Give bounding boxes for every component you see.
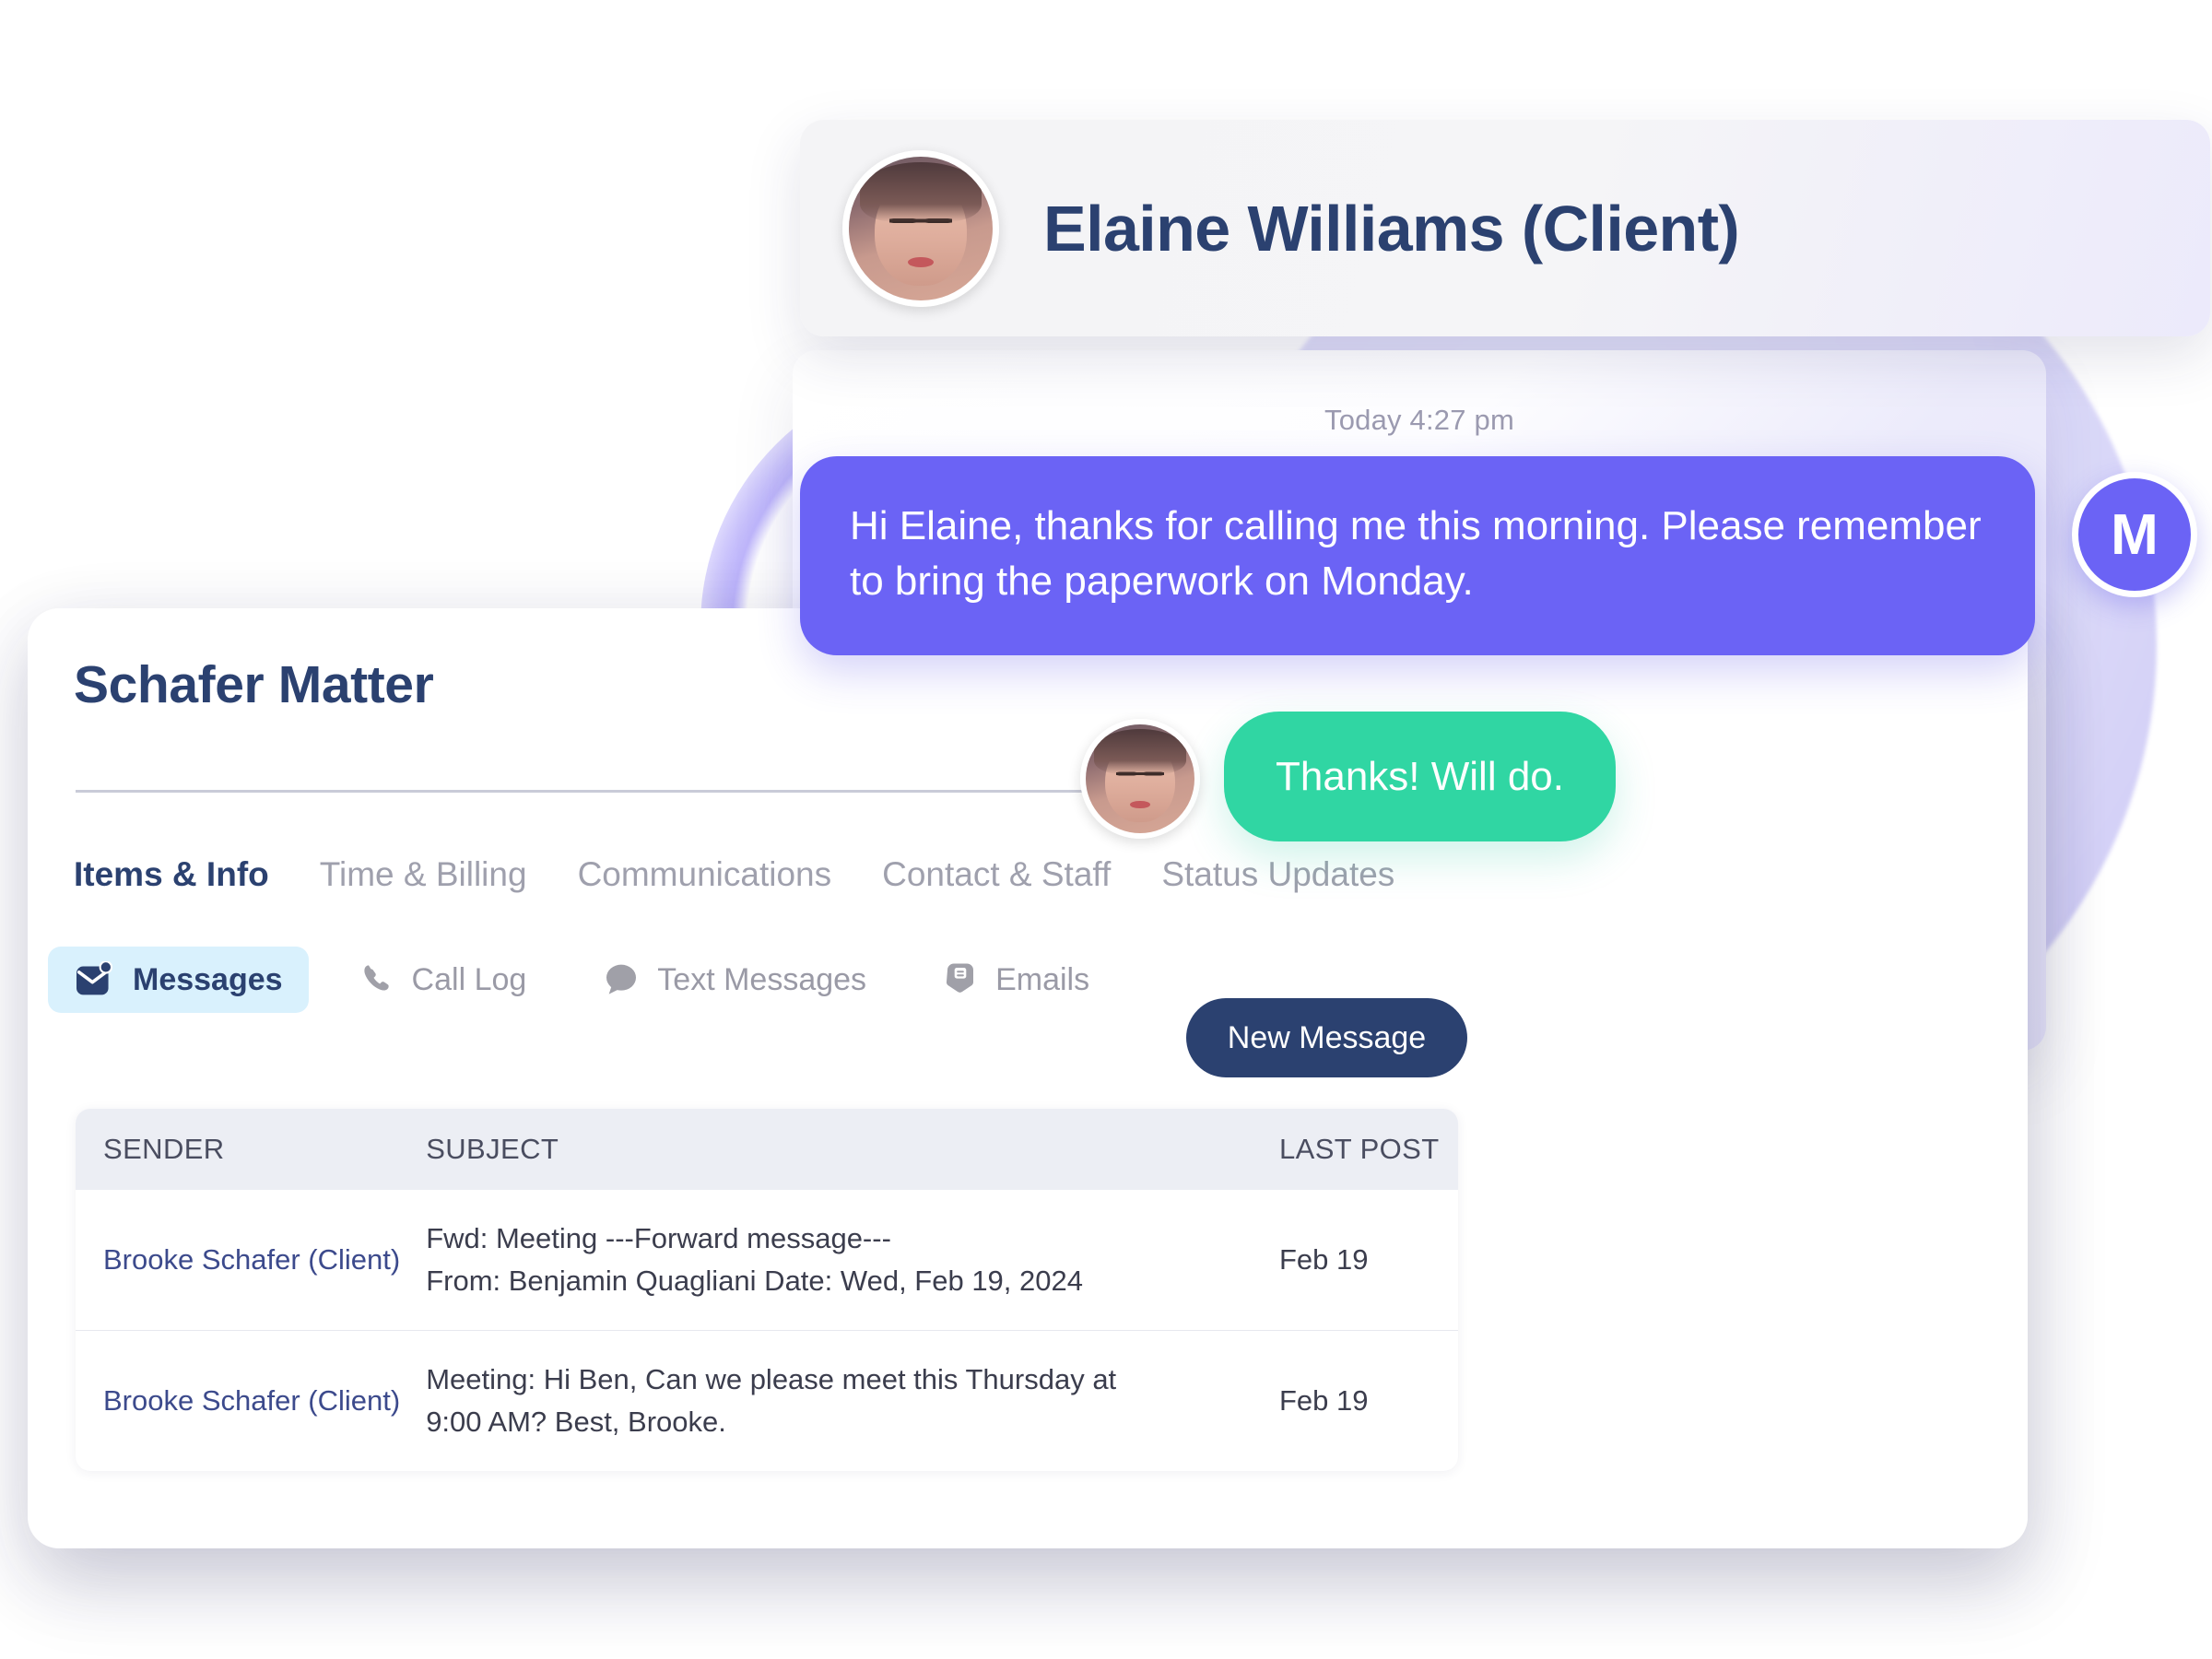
tab-time-and-billing[interactable]: Time & Billing bbox=[320, 855, 527, 894]
filter-label: Messages bbox=[133, 961, 283, 997]
new-message-button[interactable]: New Message bbox=[1186, 998, 1467, 1077]
matter-detail-card: Schafer Matter Items & Info Time & Billi… bbox=[28, 608, 2028, 1548]
tab-communications[interactable]: Communications bbox=[578, 855, 832, 894]
cell-sender[interactable]: Brooke Schafer (Client) bbox=[76, 1190, 400, 1330]
cell-subject: Fwd: Meeting ---Forward message--- From:… bbox=[400, 1190, 1255, 1330]
filter-messages[interactable]: Messages bbox=[48, 947, 309, 1013]
chat-contact-name: Elaine Williams (Client) bbox=[1043, 192, 1740, 265]
primary-tabs: Items & Info Time & Billing Communicatio… bbox=[74, 855, 1445, 894]
chat-bubble-icon bbox=[602, 961, 641, 998]
incoming-message-row: Thanks! Will do. bbox=[1080, 712, 1616, 842]
filter-label: Emails bbox=[995, 961, 1090, 997]
screenshot-root: Today 4:27 pm Edit Case Contact Info Don… bbox=[0, 0, 2212, 1659]
user-initial-avatar[interactable]: M bbox=[2072, 472, 2197, 597]
incoming-message-bubble: Thanks! Will do. bbox=[1224, 712, 1616, 842]
table-header-row: SENDER SUBJECT LAST POST bbox=[76, 1109, 1458, 1190]
tab-status-updates[interactable]: Status Updates bbox=[1161, 855, 1394, 894]
communication-type-filters: Messages Call Log Text Messages Emails bbox=[48, 946, 1139, 1014]
avatar bbox=[1080, 719, 1200, 839]
column-header-subject: SUBJECT bbox=[400, 1109, 1255, 1190]
chat-timestamp: Today 4:27 pm bbox=[1324, 404, 1514, 436]
page-title: Schafer Matter bbox=[74, 655, 434, 714]
filter-label: Call Log bbox=[411, 961, 527, 997]
title-divider bbox=[76, 790, 1145, 793]
envelope-icon bbox=[942, 960, 979, 999]
messages-table: SENDER SUBJECT LAST POST Brooke Schafer … bbox=[76, 1109, 1458, 1471]
column-header-last-post: LAST POST bbox=[1255, 1109, 1458, 1190]
cell-subject: Meeting: Hi Ben, Can we please meet this… bbox=[400, 1329, 1255, 1471]
subject-line-2: 9:00 AM? Best, Brooke. bbox=[426, 1405, 726, 1438]
subject-line-1: Meeting: Hi Ben, Can we please meet this… bbox=[426, 1362, 1117, 1395]
phone-icon bbox=[359, 961, 395, 998]
subject-line-1: Fwd: Meeting ---Forward message--- bbox=[426, 1222, 891, 1254]
table-row[interactable]: Brooke Schafer (Client) Meeting: Hi Ben,… bbox=[76, 1329, 1458, 1471]
filter-text-messages[interactable]: Text Messages bbox=[576, 947, 892, 1013]
envelope-person-icon bbox=[74, 961, 116, 998]
cell-last-post: Feb 19 bbox=[1255, 1329, 1458, 1471]
tab-contact-and-staff[interactable]: Contact & Staff bbox=[882, 855, 1111, 894]
filter-label: Text Messages bbox=[657, 961, 867, 997]
cell-last-post: Feb 19 bbox=[1279, 1242, 1369, 1276]
filter-emails[interactable]: Emails bbox=[916, 946, 1115, 1014]
subject-line-2: From: Benjamin Quagliani Date: Wed, Feb … bbox=[426, 1264, 1083, 1297]
avatar bbox=[842, 149, 999, 307]
cell-sender[interactable]: Brooke Schafer (Client) bbox=[76, 1329, 401, 1471]
tab-items-and-info[interactable]: Items & Info bbox=[74, 855, 269, 894]
column-header-sender: SENDER bbox=[76, 1109, 401, 1190]
chat-header-pill: Elaine Williams (Client) bbox=[800, 120, 2210, 336]
filter-call-log[interactable]: Call Log bbox=[333, 947, 553, 1013]
outgoing-message-bubble: Hi Elaine, thanks for calling me this mo… bbox=[800, 456, 2035, 655]
table-row[interactable]: Brooke Schafer (Client) Fwd: Meeting ---… bbox=[76, 1190, 1458, 1330]
